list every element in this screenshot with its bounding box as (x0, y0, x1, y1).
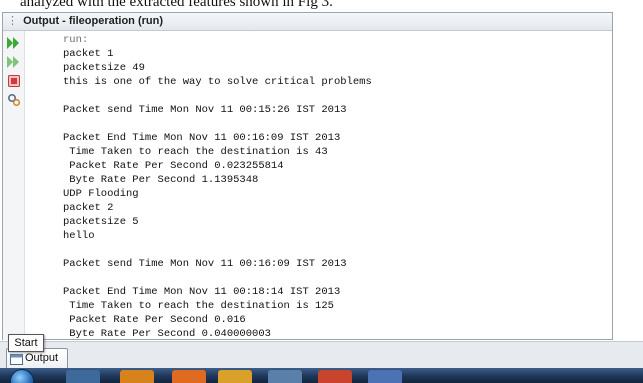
start-tooltip: Start (8, 334, 44, 352)
output-toolbar (3, 31, 25, 340)
console-line: Byte Rate Per Second 0.040000003 (63, 328, 271, 338)
console-line: this is one of the way to solve critical… (63, 76, 372, 88)
stop-button[interactable] (6, 73, 22, 89)
stop-icon (8, 75, 20, 87)
console-line: hello (63, 230, 95, 242)
rerun-with-options-button[interactable] (6, 54, 22, 70)
document-text: analyzed with the extracted features sho… (20, 0, 333, 10)
settings-button[interactable] (6, 92, 22, 108)
console-line: packet 2 (63, 202, 114, 214)
console-line: Packet send Time Mon Nov 11 00:15:26 IST… (63, 104, 347, 116)
windows-explorer-taskbar-icon[interactable] (66, 370, 100, 383)
rerun-with-options-icon (7, 56, 19, 68)
console-line: run: (63, 34, 89, 46)
console-line: Packet Rate Per Second 0.023255814 (63, 160, 284, 172)
console-line: UDP Flooding (63, 188, 139, 200)
console-line: packetsize 5 (63, 216, 139, 228)
output-panel-header[interactable]: ⋮ Output - fileoperation (run) (3, 13, 612, 31)
start-tooltip-label: Start (14, 337, 38, 349)
output-panel: ⋮ Output - fileoperation (run) run: pack… (2, 12, 613, 340)
settings-icon (7, 93, 21, 107)
console-line: packet 1 (63, 48, 114, 60)
virtualbox-taskbar-icon[interactable] (268, 370, 302, 383)
drag-grip-icon[interactable]: ⋮ (7, 15, 18, 27)
console-line: Packet End Time Mon Nov 11 00:18:14 IST … (63, 286, 341, 298)
rerun-button[interactable] (6, 35, 22, 51)
bottom-tab-strip: Output (0, 341, 643, 368)
console-line: Packet Rate Per Second 0.016 (63, 314, 246, 326)
chrome-taskbar-icon[interactable] (218, 370, 252, 383)
output-panel-title: Output - fileoperation (run) (23, 15, 163, 27)
console-line: Time Taken to reach the destination is 1… (63, 300, 334, 312)
powerpoint-taskbar-icon[interactable] (318, 370, 352, 383)
console-line: packetsize 49 (63, 62, 145, 74)
console-line: Time Taken to reach the destination is 4… (63, 146, 328, 158)
console-output[interactable]: run: packet 1 packetsize 49 this is one of … (63, 33, 608, 338)
media-player-taskbar-icon[interactable] (120, 370, 154, 383)
windows-start-orb-icon[interactable] (10, 369, 34, 383)
console-line: Packet End Time Mon Nov 11 00:16:09 IST … (63, 132, 341, 144)
windows-taskbar (0, 368, 643, 383)
console-line: Byte Rate Per Second 1.1395348 (63, 174, 259, 186)
tab-output-label: Output (25, 352, 59, 364)
console-line: Packet send Time Mon Nov 11 00:16:09 IST… (63, 258, 347, 270)
word-taskbar-icon[interactable] (368, 370, 402, 383)
firefox-taskbar-icon[interactable] (172, 370, 206, 383)
rerun-icon (7, 37, 19, 49)
